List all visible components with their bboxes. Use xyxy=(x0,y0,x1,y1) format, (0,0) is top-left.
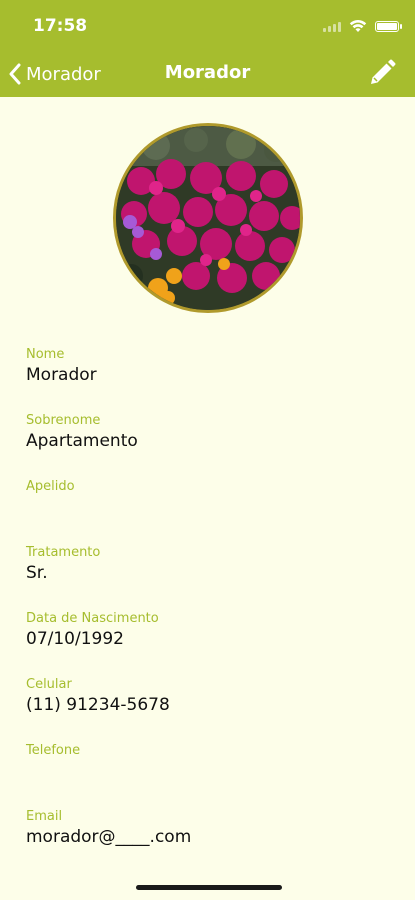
home-indicator xyxy=(136,885,282,890)
battery-icon xyxy=(375,20,402,32)
field-label: Tratamento xyxy=(26,545,101,560)
field-tratamento: Tratamento Sr. xyxy=(26,544,395,610)
field-label: Sobrenome xyxy=(26,413,101,428)
field-email: Email morador@____.com xyxy=(26,808,395,874)
navigation-header: 17:58 Morador Morador xyxy=(0,0,415,97)
field-value: Sr. xyxy=(26,563,48,583)
field-celular: Celular (11) 91234-5678 xyxy=(26,676,395,742)
wifi-icon xyxy=(349,20,367,32)
status-icons xyxy=(323,16,402,36)
page-title: Morador xyxy=(164,62,251,83)
field-telefone: Telefone xyxy=(26,742,395,808)
field-label: Email xyxy=(26,809,63,824)
resident-details: Nome Morador Sobrenome Apartamento Apeli… xyxy=(26,346,395,874)
field-label: Telefone xyxy=(26,743,81,758)
pencil-icon[interactable] xyxy=(367,58,397,88)
avatar-photo xyxy=(116,126,300,310)
field-label: Celular xyxy=(26,677,72,692)
field-value: morador@____.com xyxy=(26,827,192,847)
signal-icon xyxy=(323,20,341,32)
field-sobrenome: Sobrenome Apartamento xyxy=(26,412,395,478)
field-apelido: Apelido xyxy=(26,478,395,544)
status-time: 17:58 xyxy=(33,16,88,36)
field-value: (11) 91234-5678 xyxy=(26,695,170,715)
field-label: Apelido xyxy=(26,479,75,494)
avatar[interactable] xyxy=(113,123,303,313)
field-label: Data de Nascimento xyxy=(26,611,159,626)
field-value: 07/10/1992 xyxy=(26,629,124,649)
field-data-nascimento: Data de Nascimento 07/10/1992 xyxy=(26,610,395,676)
field-value: Morador xyxy=(26,365,97,385)
field-label: Nome xyxy=(26,347,65,362)
field-nome: Nome Morador xyxy=(26,346,395,412)
field-value: Apartamento xyxy=(26,431,138,451)
